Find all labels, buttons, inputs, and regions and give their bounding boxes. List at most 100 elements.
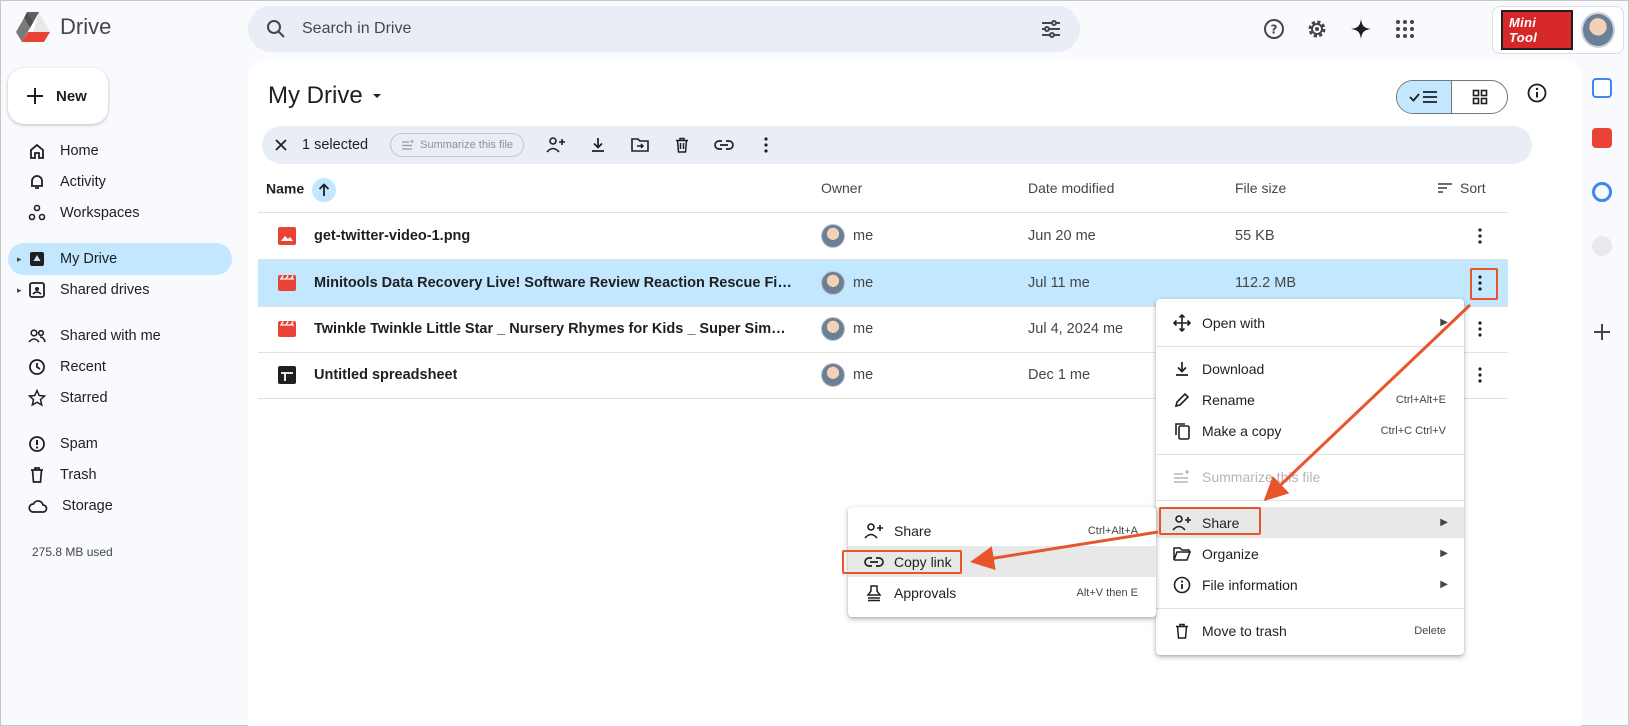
table-row[interactable]: get-twitter-video-1.png me Jun 20 me 55 … xyxy=(258,213,1508,259)
owner-avatar xyxy=(821,224,845,248)
help-icon[interactable]: ? xyxy=(1259,14,1289,44)
sidebar-item-shared-drives[interactable]: ▸ Shared drives xyxy=(8,274,232,306)
sort-lines-icon xyxy=(1438,183,1452,193)
menu-item-move-to-trash[interactable]: Move to trash Delete xyxy=(1156,615,1464,646)
row-more-icon[interactable] xyxy=(1468,224,1492,248)
annotation-highlight-share xyxy=(1159,507,1261,535)
submenu-item-share[interactable]: Share Ctrl+Alt+A xyxy=(848,515,1156,546)
menu-item-file-information[interactable]: File information ▶ xyxy=(1156,569,1464,600)
selection-toolbar: 1 selected Summarize this file xyxy=(262,126,1532,164)
close-icon[interactable] xyxy=(274,138,288,152)
info-icon[interactable] xyxy=(1526,82,1548,109)
search-bar[interactable]: Search in Drive xyxy=(248,6,1080,52)
menu-item-label: Organize xyxy=(1202,545,1259,562)
check-list-icon xyxy=(1409,91,1437,103)
column-name-label: Name xyxy=(266,180,305,197)
share-person-add-icon[interactable] xyxy=(546,135,566,155)
spreadsheet-file-icon xyxy=(278,366,296,384)
search-icon xyxy=(267,20,285,38)
drive-logo[interactable]: Drive xyxy=(16,12,111,42)
move-to-folder-icon[interactable] xyxy=(630,135,650,155)
summarize-chip-label: Summarize this file xyxy=(420,139,514,151)
sidebar-item-workspaces[interactable]: Workspaces xyxy=(8,197,232,229)
cloud-icon xyxy=(28,500,48,513)
star-icon xyxy=(28,389,46,407)
menu-item-open-with[interactable]: Open with ▶ xyxy=(1156,307,1464,338)
gemini-sparkle-icon[interactable] xyxy=(1346,14,1376,44)
column-header-size[interactable]: File size xyxy=(1235,180,1286,196)
menu-item-rename[interactable]: Rename Ctrl+Alt+E xyxy=(1156,384,1464,415)
keep-app-icon[interactable] xyxy=(1592,128,1612,148)
settings-gear-icon[interactable] xyxy=(1302,14,1332,44)
owner-name: me xyxy=(853,275,874,291)
account-avatar[interactable] xyxy=(1580,12,1615,48)
column-header-date[interactable]: Date modified xyxy=(1028,180,1114,196)
menu-item-label: Make a copy xyxy=(1202,422,1282,439)
row-more-icon[interactable] xyxy=(1468,363,1492,387)
home-icon xyxy=(30,143,44,159)
workspaces-icon xyxy=(28,204,46,221)
column-header-owner[interactable]: Owner xyxy=(821,180,862,196)
download-icon[interactable] xyxy=(588,135,608,155)
menu-item-download[interactable]: Download xyxy=(1156,353,1464,384)
calendar-app-icon[interactable] xyxy=(1592,78,1612,98)
size-cell: 112.2 MB xyxy=(1235,275,1296,291)
submenu-item-approvals[interactable]: Approvals Alt+V then E xyxy=(848,577,1156,608)
download-icon xyxy=(1172,359,1192,379)
video-file-icon xyxy=(278,275,296,291)
info-icon xyxy=(1172,575,1192,595)
add-app-plus-icon[interactable] xyxy=(1592,322,1612,342)
page-title[interactable]: My Drive xyxy=(268,82,383,110)
dropdown-caret-icon xyxy=(372,94,381,98)
sidebar-item-home[interactable]: Home xyxy=(8,135,232,167)
sidebar-item-my-drive[interactable]: ▸ My Drive xyxy=(8,243,232,275)
list-view-button[interactable] xyxy=(1397,81,1453,113)
menu-item-organize[interactable]: Organize ▶ xyxy=(1156,538,1464,569)
owner-name: me xyxy=(853,321,874,337)
filter-options-icon[interactable] xyxy=(1040,18,1062,40)
sidebar-item-spam[interactable]: Spam xyxy=(8,428,232,460)
apps-grid-icon[interactable] xyxy=(1390,14,1420,44)
sidebar-item-storage[interactable]: Storage xyxy=(8,490,232,522)
sidebar-item-starred[interactable]: Starred xyxy=(8,382,232,414)
summarize-icon xyxy=(1172,467,1192,487)
summarize-chip[interactable]: Summarize this file xyxy=(390,133,525,157)
sidebar-item-trash[interactable]: Trash xyxy=(8,459,232,491)
delete-trash-icon[interactable] xyxy=(672,135,692,155)
view-toggle[interactable] xyxy=(1396,80,1508,114)
menu-item-make-copy[interactable]: Make a copy Ctrl+C Ctrl+V xyxy=(1156,415,1464,446)
shortcut-label: Ctrl+C Ctrl+V xyxy=(1380,424,1446,437)
sidebar-item-label: Shared with me xyxy=(60,328,161,344)
contacts-app-icon[interactable] xyxy=(1592,236,1612,256)
search-input[interactable]: Search in Drive xyxy=(302,20,1040,38)
submenu-arrow-icon: ▶ xyxy=(1440,548,1448,559)
sidebar-item-recent[interactable]: Recent xyxy=(8,351,232,383)
tasks-app-icon[interactable] xyxy=(1592,182,1612,202)
sidebar-item-shared-with-me[interactable]: Shared with me xyxy=(8,320,232,352)
new-button[interactable]: New xyxy=(8,68,108,124)
spam-icon xyxy=(29,436,45,452)
app-name: Drive xyxy=(60,14,112,39)
grid-view-button[interactable] xyxy=(1452,81,1507,113)
summarize-icon xyxy=(402,139,415,150)
sidebar-item-label: Storage xyxy=(62,498,113,514)
expand-caret-icon[interactable]: ▸ xyxy=(17,285,22,296)
expand-caret-icon[interactable]: ▸ xyxy=(17,254,22,265)
row-more-icon[interactable] xyxy=(1468,317,1492,341)
video-file-icon xyxy=(278,321,296,337)
column-header-name[interactable]: Name xyxy=(266,178,337,202)
more-actions-icon[interactable] xyxy=(756,135,776,155)
account-switcher[interactable]: Mini Tool xyxy=(1492,6,1624,54)
sidebar-item-label: My Drive xyxy=(60,251,118,267)
menu-item-label: Move to trash xyxy=(1202,622,1287,639)
page-title-text: My Drive xyxy=(268,82,363,109)
sidebar-item-activity[interactable]: Activity xyxy=(8,166,232,198)
copy-link-icon[interactable] xyxy=(714,135,734,155)
sort-button[interactable]: Sort xyxy=(1438,180,1486,196)
sidebar-item-label: Trash xyxy=(60,467,97,483)
file-name: Twinkle Twinkle Little Star _ Nursery Rh… xyxy=(314,321,794,337)
sort-ascending-arrow-icon[interactable] xyxy=(312,178,337,202)
owner-avatar xyxy=(821,317,845,341)
file-name: get-twitter-video-1.png xyxy=(314,228,471,244)
sidebar-item-label: Spam xyxy=(60,436,98,452)
